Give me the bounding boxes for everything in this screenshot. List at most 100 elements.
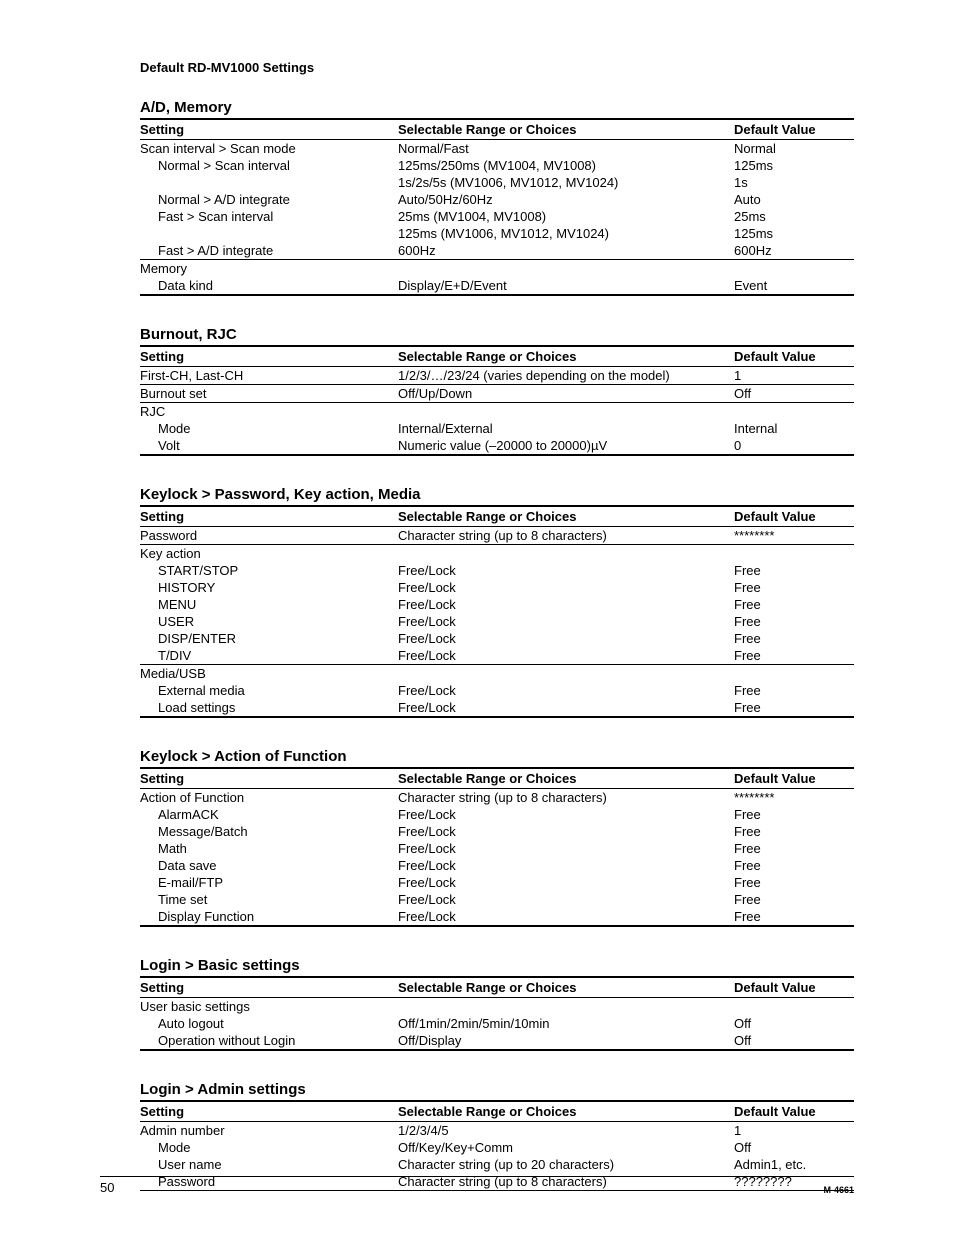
- table-row: User basic settings: [140, 998, 854, 1016]
- cell-choices: Internal/External: [398, 420, 734, 437]
- cell-choices: Free/Lock: [398, 579, 734, 596]
- col-header-default: Default Value: [734, 346, 854, 367]
- cell-default: Off: [734, 1139, 854, 1156]
- cell-setting: Operation without Login: [140, 1032, 398, 1050]
- table-row: 1s/2s/5s (MV1006, MV1012, MV1024)1s: [140, 174, 854, 191]
- settings-table: SettingSelectable Range or ChoicesDefaul…: [140, 505, 854, 718]
- col-header-choices: Selectable Range or Choices: [398, 1101, 734, 1122]
- table-row: Media/USB: [140, 665, 854, 683]
- page-footer: 50 M-4661: [100, 1176, 854, 1195]
- cell-choices: Off/Key/Key+Comm: [398, 1139, 734, 1156]
- table-row: DISP/ENTERFree/LockFree: [140, 630, 854, 647]
- cell-setting: HISTORY: [140, 579, 398, 596]
- table-row: ModeInternal/ExternalInternal: [140, 420, 854, 437]
- cell-choices: Off/1min/2min/5min/10min: [398, 1015, 734, 1032]
- cell-setting: START/STOP: [140, 562, 398, 579]
- page-header: Default RD-MV1000 Settings: [140, 60, 854, 75]
- table-row: MathFree/LockFree: [140, 840, 854, 857]
- cell-choices: Numeric value (–20000 to 20000)µV: [398, 437, 734, 455]
- cell-choices: [398, 260, 734, 278]
- cell-setting: Mode: [140, 420, 398, 437]
- cell-setting: Memory: [140, 260, 398, 278]
- cell-default: Normal: [734, 140, 854, 158]
- cell-choices: Free/Lock: [398, 891, 734, 908]
- table-row: ModeOff/Key/Key+CommOff: [140, 1139, 854, 1156]
- cell-default: [734, 545, 854, 563]
- cell-setting: Password: [140, 527, 398, 545]
- cell-setting: Display Function: [140, 908, 398, 926]
- cell-default: Free: [734, 613, 854, 630]
- cell-choices: 600Hz: [398, 242, 734, 260]
- cell-default: Auto: [734, 191, 854, 208]
- table-row: Message/BatchFree/LockFree: [140, 823, 854, 840]
- cell-choices: 25ms (MV1004, MV1008): [398, 208, 734, 225]
- cell-setting: User basic settings: [140, 998, 398, 1016]
- cell-setting: MENU: [140, 596, 398, 613]
- cell-default: [734, 260, 854, 278]
- table-row: Load settingsFree/LockFree: [140, 699, 854, 717]
- cell-setting: Auto logout: [140, 1015, 398, 1032]
- cell-default: 1s: [734, 174, 854, 191]
- settings-table: SettingSelectable Range or ChoicesDefaul…: [140, 767, 854, 927]
- cell-setting: Scan interval > Scan mode: [140, 140, 398, 158]
- cell-setting: Key action: [140, 545, 398, 563]
- cell-default: Off: [734, 1015, 854, 1032]
- table-row: RJC: [140, 403, 854, 421]
- section-title: Login > Basic settings: [140, 957, 854, 974]
- cell-choices: Free/Lock: [398, 562, 734, 579]
- cell-setting: Data save: [140, 857, 398, 874]
- table-row: E-mail/FTPFree/LockFree: [140, 874, 854, 891]
- table-row: START/STOPFree/LockFree: [140, 562, 854, 579]
- settings-table: SettingSelectable Range or ChoicesDefaul…: [140, 118, 854, 296]
- cell-choices: Free/Lock: [398, 630, 734, 647]
- cell-default: Admin1, etc.: [734, 1156, 854, 1173]
- col-header-choices: Selectable Range or Choices: [398, 977, 734, 998]
- cell-setting: Math: [140, 840, 398, 857]
- col-header-choices: Selectable Range or Choices: [398, 506, 734, 527]
- settings-table: SettingSelectable Range or ChoicesDefaul…: [140, 345, 854, 456]
- cell-default: Free: [734, 908, 854, 926]
- cell-setting: Data kind: [140, 277, 398, 295]
- cell-default: Free: [734, 823, 854, 840]
- table-row: PasswordCharacter string (up to 8 charac…: [140, 527, 854, 545]
- table-row: AlarmACKFree/LockFree: [140, 806, 854, 823]
- table-row: User nameCharacter string (up to 20 char…: [140, 1156, 854, 1173]
- settings-table: SettingSelectable Range or ChoicesDefaul…: [140, 976, 854, 1051]
- table-row: Data kindDisplay/E+D/EventEvent: [140, 277, 854, 295]
- cell-default: [734, 665, 854, 683]
- cell-setting: Admin number: [140, 1122, 398, 1140]
- cell-setting: Normal > Scan interval: [140, 157, 398, 174]
- cell-setting: E-mail/FTP: [140, 874, 398, 891]
- cell-choices: Character string (up to 8 characters): [398, 789, 734, 807]
- table-row: Time setFree/LockFree: [140, 891, 854, 908]
- table-row: Fast > A/D integrate600Hz600Hz: [140, 242, 854, 260]
- col-header-setting: Setting: [140, 1101, 398, 1122]
- cell-setting: Time set: [140, 891, 398, 908]
- cell-choices: Free/Lock: [398, 596, 734, 613]
- cell-setting: External media: [140, 682, 398, 699]
- table-row: Normal > Scan interval125ms/250ms (MV100…: [140, 157, 854, 174]
- cell-setting: Fast > A/D integrate: [140, 242, 398, 260]
- cell-choices: Free/Lock: [398, 613, 734, 630]
- col-header-choices: Selectable Range or Choices: [398, 768, 734, 789]
- cell-setting: Media/USB: [140, 665, 398, 683]
- cell-default: Off: [734, 1032, 854, 1050]
- cell-default: Free: [734, 630, 854, 647]
- cell-default: 125ms: [734, 157, 854, 174]
- col-header-default: Default Value: [734, 119, 854, 140]
- table-row: HISTORYFree/LockFree: [140, 579, 854, 596]
- doc-number: M-4661: [823, 1185, 854, 1195]
- cell-choices: Free/Lock: [398, 874, 734, 891]
- cell-default: 1: [734, 367, 854, 385]
- table-row: First-CH, Last-CH1/2/3/…/23/24 (varies d…: [140, 367, 854, 385]
- cell-choices: Display/E+D/Event: [398, 277, 734, 295]
- cell-setting: Load settings: [140, 699, 398, 717]
- cell-setting: First-CH, Last-CH: [140, 367, 398, 385]
- cell-default: Free: [734, 647, 854, 665]
- col-header-default: Default Value: [734, 977, 854, 998]
- cell-default: Free: [734, 857, 854, 874]
- cell-default: ********: [734, 527, 854, 545]
- table-row: Scan interval > Scan modeNormal/FastNorm…: [140, 140, 854, 158]
- cell-choices: [398, 998, 734, 1016]
- cell-setting: DISP/ENTER: [140, 630, 398, 647]
